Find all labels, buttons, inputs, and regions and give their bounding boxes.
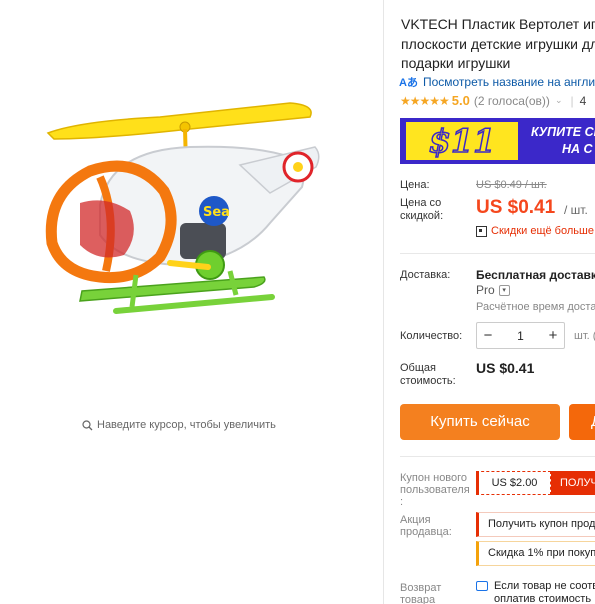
product-details: VKTECH Пластик Вертолет игру плоскости д… [384, 0, 595, 604]
old-price: US $0.49 / шт. [476, 179, 547, 191]
magnifier-icon [82, 419, 93, 430]
quantity-stepper: − 1 + [476, 322, 565, 349]
banner-text-line-1: КУПИТЕ СЕ [531, 125, 595, 139]
seller-promo-label: Акция продавца: [400, 514, 452, 538]
shipping-eta: Расчётное время доста [476, 301, 595, 313]
total-label-line-1: Общая [400, 362, 436, 374]
translate-title-link[interactable]: Aあ Посмотреть название на англий [399, 74, 595, 90]
coupon-label-line-2: пользователя [400, 484, 470, 496]
shipping-method[interactable]: Pro ▾ [476, 283, 510, 297]
promo-banner[interactable]: $11 КУПИТЕ СЕ НА С [400, 118, 595, 164]
zoom-hint-text: Наведите курсор, чтобы увеличить [97, 419, 276, 431]
rotor-blade [46, 102, 312, 140]
buy-now-button[interactable]: Купить сейчас [400, 404, 560, 440]
banner-price-box: $11 [406, 122, 518, 160]
more-discounts-link[interactable]: Скидки ещё больше [476, 225, 594, 237]
discount-price: US $0.41 [476, 197, 556, 218]
promo-label-line-2: продавца: [400, 526, 452, 538]
cockpit-interior [80, 200, 134, 258]
qr-code-icon [476, 225, 487, 237]
shipping-label: Доставка: [400, 269, 451, 281]
banner-price: $11 [428, 122, 496, 160]
new-user-coupon-label: Купон нового пользователя : [400, 472, 470, 508]
product-title-line-3: подарки игрушки [401, 55, 511, 71]
rating-value: 5.0 [451, 93, 470, 108]
shipping-value: Бесплатная доставка [476, 268, 595, 282]
banner-text-line-2: НА С [562, 142, 593, 156]
quantity-label: Количество: [400, 330, 463, 342]
chevron-down-icon[interactable]: ⌄ [555, 95, 563, 106]
returns-label: Возврат товара [400, 582, 441, 604]
increment-button[interactable]: + [542, 327, 564, 344]
discount-price-label: Цена со скидкой: [400, 197, 443, 223]
per-unit: / шт. [564, 203, 588, 217]
zoom-hint: Наведите курсор, чтобы увеличить [82, 419, 276, 431]
total-value: US $0.41 [476, 360, 535, 376]
quantity-input[interactable]: 1 [499, 329, 542, 343]
discount-label-line-1: Цена со [400, 197, 442, 209]
yellow-lever [167, 260, 211, 270]
price-label: Цена: [400, 179, 430, 191]
discount-label-line-2: скидкой: [400, 210, 444, 222]
promo-label-line-1: Акция [400, 514, 431, 526]
more-discounts-text: Скидки ещё больше [491, 225, 594, 237]
total-label: Общая стоимость: [400, 362, 456, 388]
divider [400, 253, 595, 254]
quantity-unit: шт. ( [574, 330, 595, 342]
orders-count: 4 [579, 93, 587, 108]
divider [400, 456, 595, 457]
product-image[interactable]: Sea [40, 95, 320, 325]
add-to-cart-button[interactable]: Д [569, 404, 595, 440]
return-policy-icon [476, 581, 488, 591]
bulk-discount-offer[interactable]: Скидка 1% при покуп [476, 541, 595, 566]
product-title-line-1: VKTECH Пластик Вертолет игру [401, 16, 595, 32]
returns-label-line-2: товара [400, 594, 436, 604]
product-title-line-2: плоскости детские игрушки для [401, 36, 595, 52]
returns-label-line-1: Возврат [400, 582, 442, 594]
decrement-button[interactable]: − [477, 327, 499, 344]
product-gallery: Sea Наведите курсор, чтобы увеличить [0, 0, 384, 604]
get-coupon-button[interactable]: ПОЛУЧ [551, 471, 595, 495]
total-label-line-2: стоимость: [400, 375, 456, 387]
coupon-label-line-3: : [400, 496, 404, 508]
translate-icon: Aあ [399, 77, 418, 89]
rating-row: ★★★★★ 5.0 (2 голоса(ов)) ⌄ | 4 [400, 93, 586, 108]
coupon-label-line-1: Купон нового [400, 472, 468, 484]
svg-text:Sea: Sea [203, 205, 230, 220]
chevron-down-icon[interactable]: ▾ [498, 284, 510, 296]
coupon-amount: US $2.00 [476, 471, 551, 495]
translate-title-label: Посмотреть название на англий [422, 75, 595, 89]
returns-text-line-1: Если товар не соотв [494, 580, 595, 592]
star-rating-icon: ★★★★★ [400, 93, 450, 108]
votes-link[interactable]: (2 голоса(ов)) [474, 94, 550, 108]
seller-coupon-offer[interactable]: Получить купон прод [476, 512, 595, 537]
returns-text-line-2: оплатив стоимость [494, 593, 592, 604]
shipping-method-label: Pro [476, 283, 495, 297]
rating-separator: | [570, 93, 574, 108]
